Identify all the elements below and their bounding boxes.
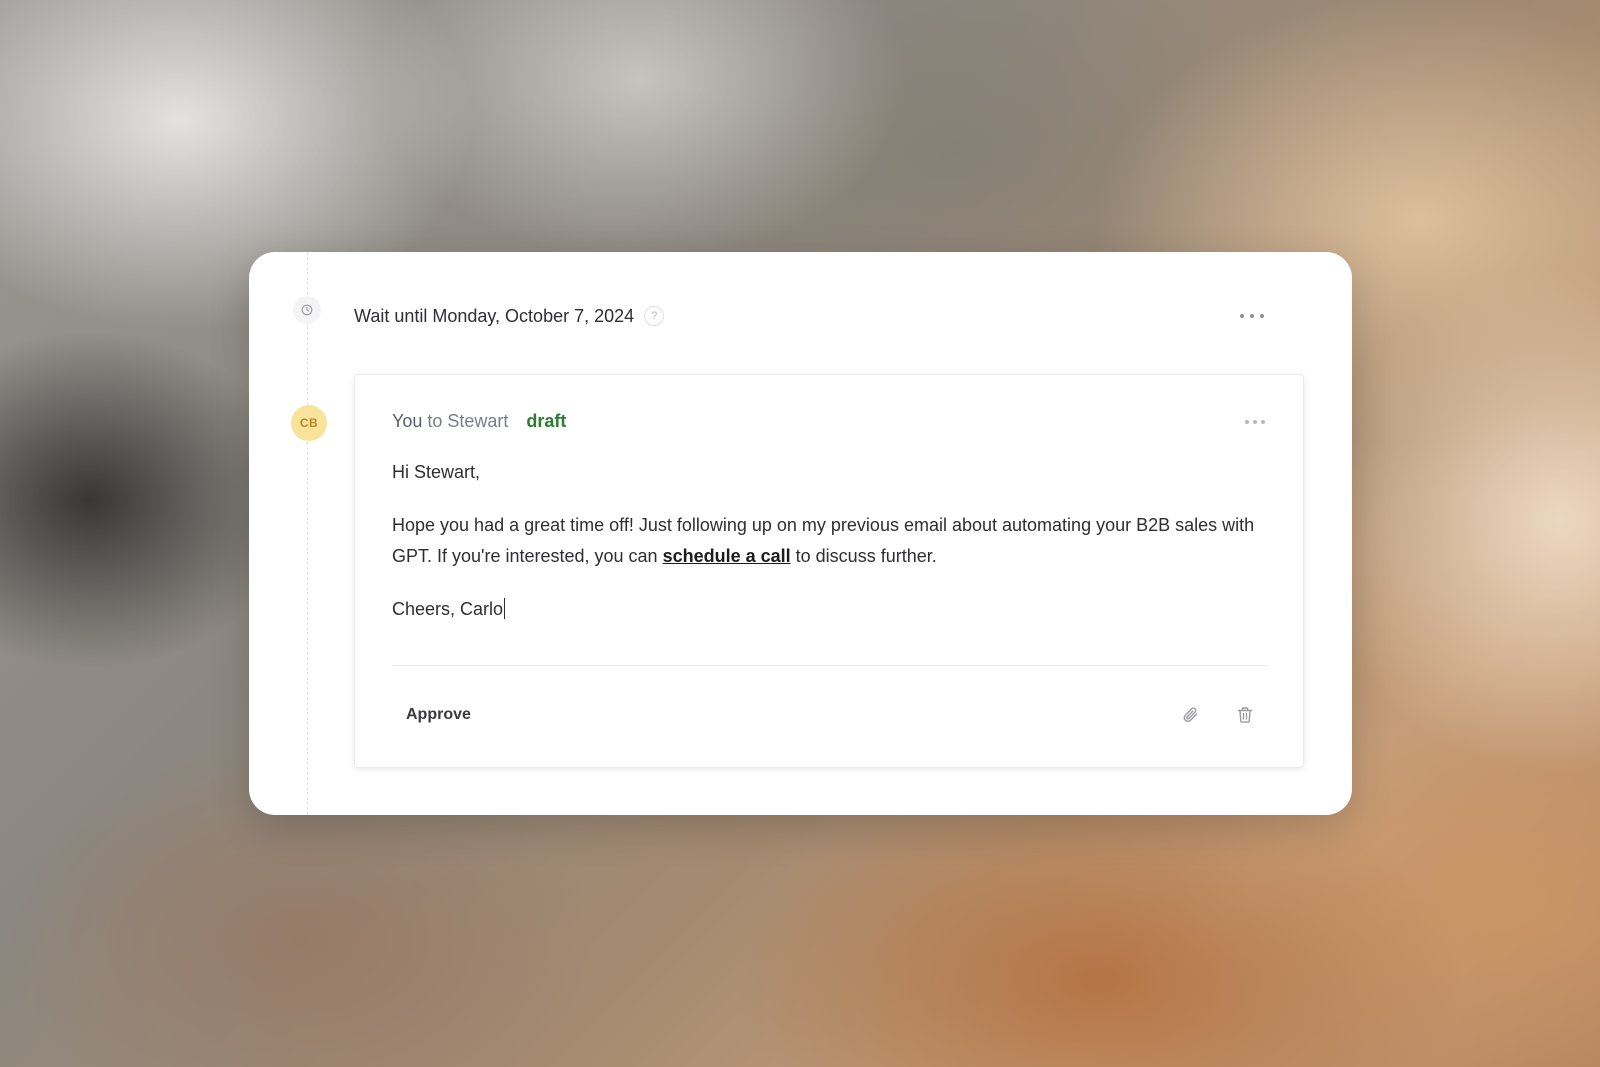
paperclip-icon[interactable] xyxy=(1178,702,1204,728)
approve-button[interactable]: Approve xyxy=(393,697,484,733)
text-cursor xyxy=(504,598,506,619)
wait-step-more-icon[interactable] xyxy=(1240,308,1264,324)
email-to: to Stewart xyxy=(427,411,509,431)
avatar: CB xyxy=(291,405,327,441)
trash-icon[interactable] xyxy=(1232,702,1258,728)
help-icon[interactable]: ? xyxy=(644,306,665,326)
email-signoff-paragraph: Cheers, Carlo xyxy=(392,594,1262,625)
status-badge: draft xyxy=(526,411,567,431)
wait-step-label: Wait until Monday, October 7, 2024 xyxy=(354,305,635,326)
wait-step: Wait until Monday, October 7, 2024 ? xyxy=(354,300,665,332)
email-signoff: Cheers, Carlo xyxy=(392,599,504,619)
email-header: You to Stewart draft xyxy=(392,411,566,432)
clock-icon xyxy=(293,296,321,324)
email-body-editor[interactable]: Hi Stewart, Hope you had a great time of… xyxy=(392,457,1262,625)
schedule-call-link[interactable]: schedule a call xyxy=(663,546,791,566)
email-more-icon[interactable] xyxy=(1245,415,1265,429)
email-main-text-end: to discuss further. xyxy=(790,546,937,566)
timeline-line xyxy=(307,252,308,815)
email-from: You xyxy=(392,411,423,431)
email-greeting: Hi Stewart, xyxy=(392,462,481,482)
divider xyxy=(392,665,1268,666)
sequence-card: Wait until Monday, October 7, 2024 ? CB … xyxy=(249,252,1352,815)
email-main-paragraph: Hope you had a great time off! Just foll… xyxy=(392,510,1262,572)
email-draft-card: You to Stewart draft Hi Stewart, Hope yo… xyxy=(354,374,1304,768)
